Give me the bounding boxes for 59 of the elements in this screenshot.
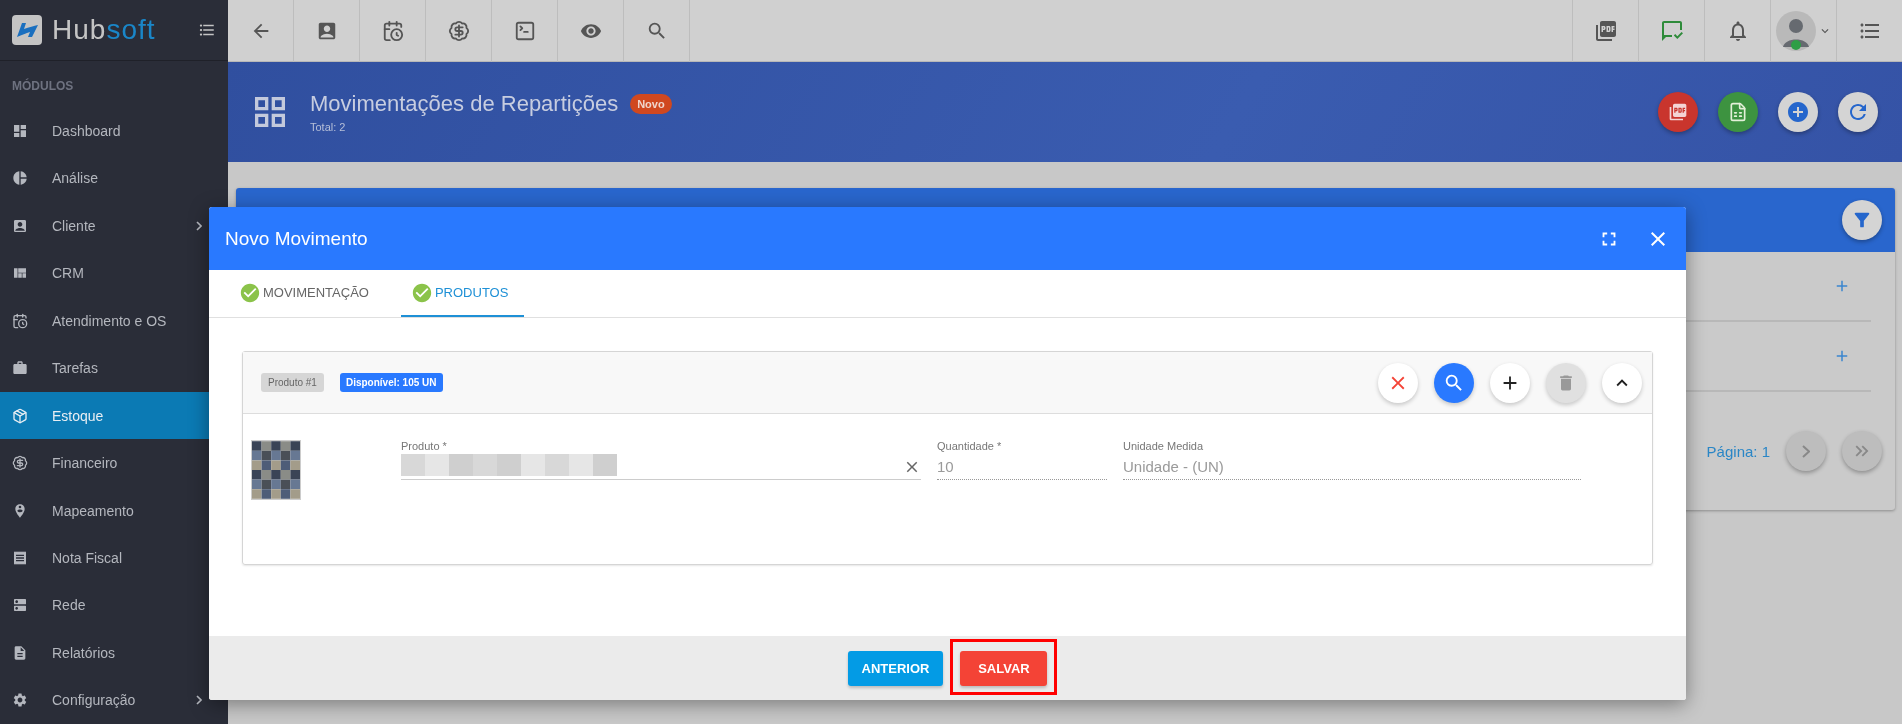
spreadsheet-export-button[interactable] <box>1718 92 1758 132</box>
sidebar-item[interactable]: Configuração <box>0 676 228 724</box>
save-button[interactable]: SALVAR <box>960 650 1048 686</box>
modal-title: Novo Movimento <box>225 227 369 250</box>
dollar-icon <box>447 20 470 42</box>
input-field[interactable] <box>401 452 921 480</box>
add-button[interactable] <box>1778 92 1818 132</box>
sidebar-item[interactable]: Mapeamento <box>0 486 228 535</box>
availability-badge: Disponível: 105 UN <box>339 373 443 392</box>
search-button[interactable] <box>1434 362 1474 403</box>
sidebar-item[interactable]: Rede <box>0 581 228 630</box>
cancel-button[interactable] <box>1378 362 1418 403</box>
delete-button[interactable] <box>1546 362 1586 403</box>
status-badge: Novo <box>630 94 672 114</box>
terminal-icon <box>513 20 536 42</box>
grid-icon <box>12 123 28 139</box>
chevron-icon <box>1802 444 1810 458</box>
section-heading: MÓDULOS <box>11 77 75 96</box>
tab[interactable]: MOVIMENTAÇÃO <box>229 270 385 317</box>
add-button[interactable] <box>1490 362 1530 403</box>
product-tag: Produto #1 <box>261 373 324 392</box>
sidebar-item[interactable]: CRM <box>0 249 228 298</box>
page-title: Movimentações de Repartições <box>310 91 619 117</box>
sidebar-item[interactable]: Financeiro <box>0 439 228 487</box>
plus-icon <box>1786 100 1810 124</box>
receipt-icon <box>12 549 28 566</box>
map-pin-icon <box>12 502 28 519</box>
tab[interactable]: PRODUTOS <box>400 270 525 317</box>
field-label: Unidade Medida <box>1123 440 1205 452</box>
filter-button[interactable] <box>1842 200 1882 240</box>
chat-check-icon <box>1659 19 1684 43</box>
briefcase-icon <box>12 360 28 377</box>
logo-text: Hubsoft <box>52 14 157 47</box>
field-label: Quantidade * <box>937 440 1003 452</box>
pdf-icon <box>1668 102 1688 122</box>
pdf-icon <box>1593 19 1618 43</box>
sidebar-item[interactable]: Dashboard <box>0 107 228 155</box>
dollar-icon <box>12 455 28 472</box>
sidebar-item[interactable]: Análise <box>0 154 228 203</box>
contact-icon <box>12 217 28 234</box>
field-label: Produto * <box>401 440 448 452</box>
refresh-button[interactable] <box>1838 92 1878 132</box>
settings-icon <box>12 692 28 709</box>
spreadsheet-icon <box>1728 102 1748 122</box>
logo-icon <box>12 15 42 46</box>
sidebar-item[interactable]: Atendimento e OS <box>0 297 228 345</box>
pdf-export-button[interactable] <box>1658 92 1698 132</box>
sidebar-item[interactable]: Relatórios <box>0 629 228 677</box>
pie-chart-icon <box>12 170 28 187</box>
calendar-clock-icon <box>381 20 404 42</box>
document-icon <box>12 644 28 661</box>
page-number: Página: 1 <box>1706 442 1770 460</box>
avatar-icon <box>1775 11 1816 51</box>
sidebar-item[interactable]: Tarefas <box>0 344 228 392</box>
calendar-clock-icon <box>12 312 28 329</box>
box-icon <box>12 407 28 424</box>
total-count: Total: 2 <box>310 121 347 133</box>
sidebar-item[interactable]: Nota Fiscal <box>0 534 228 582</box>
server-icon <box>12 597 28 614</box>
